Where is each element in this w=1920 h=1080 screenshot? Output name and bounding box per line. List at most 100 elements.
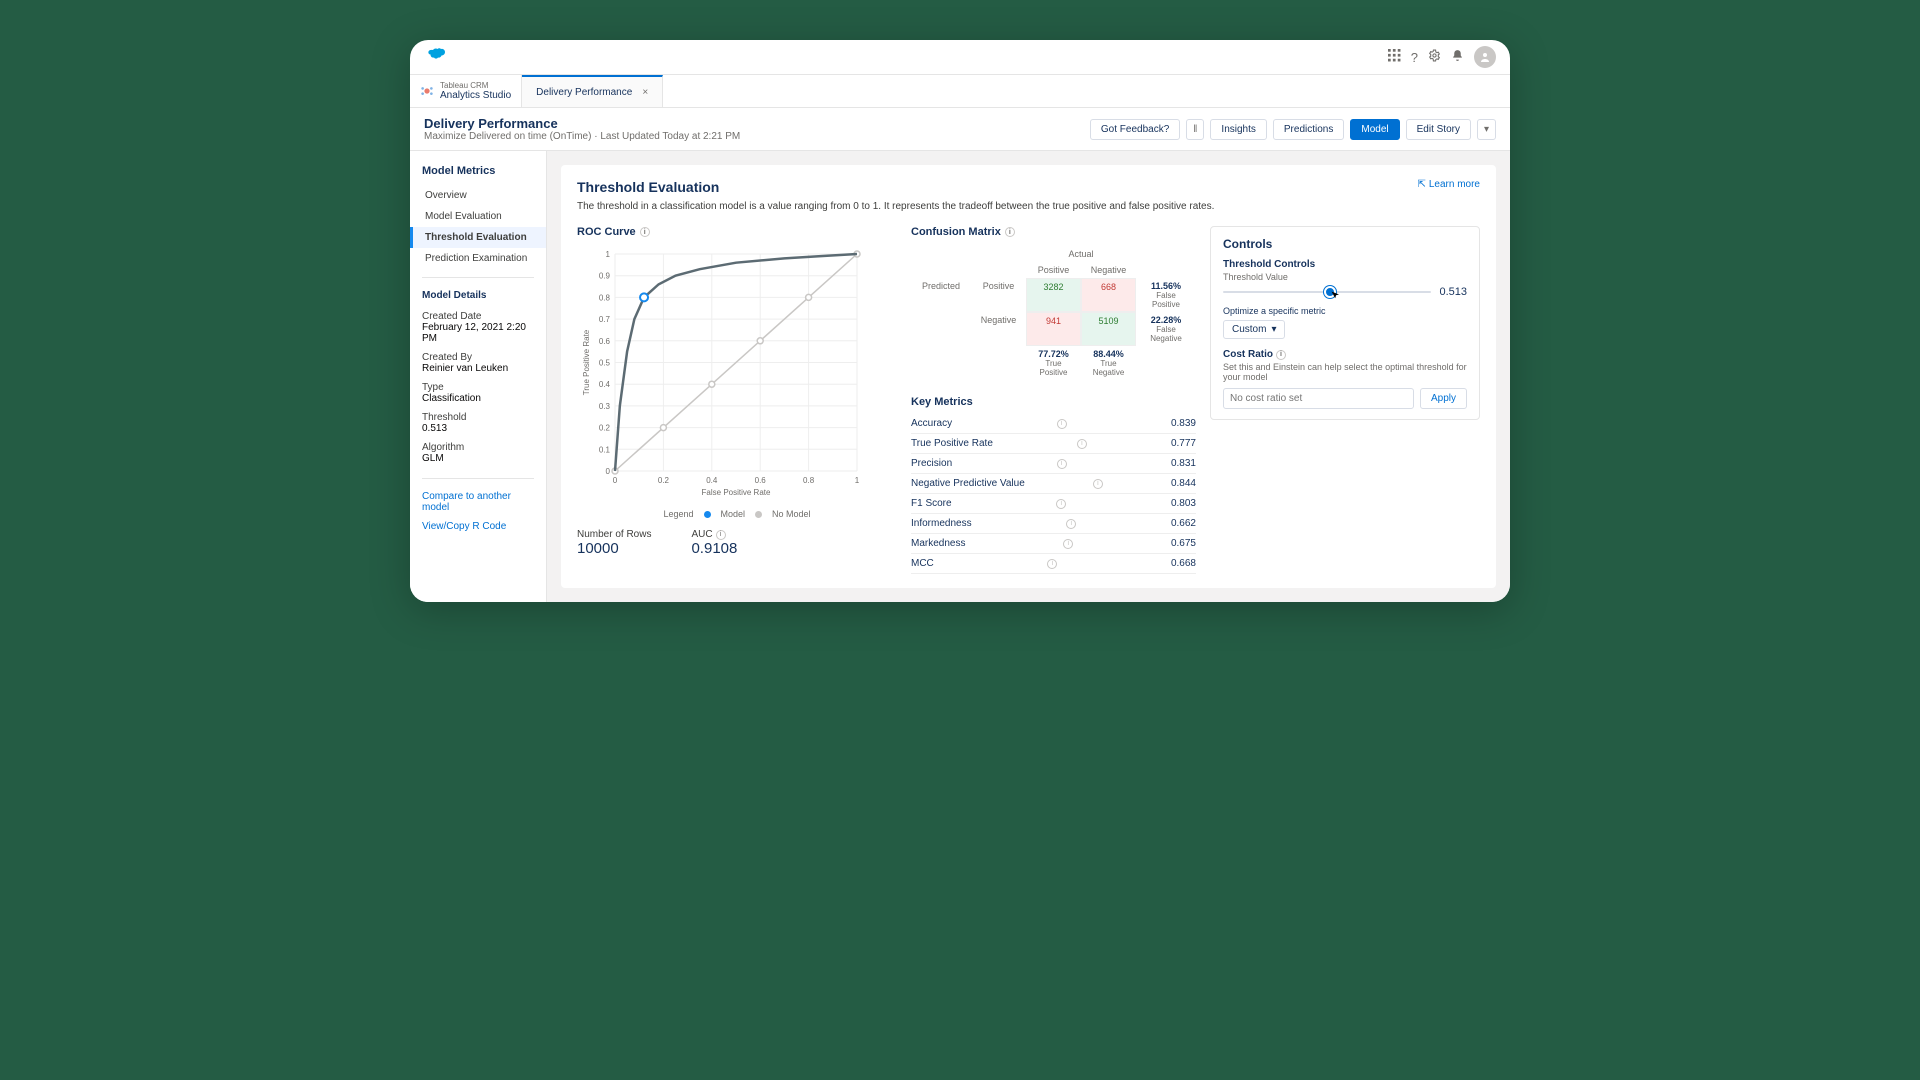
conf-fp: 941 — [1026, 312, 1081, 346]
metric-info-icon[interactable]: i — [1056, 499, 1066, 509]
algorithm-label: Algorithm — [410, 440, 546, 453]
metric-value: 0.844 — [1171, 478, 1196, 489]
auc-info-icon[interactable]: i — [716, 530, 726, 540]
svg-text:0.7: 0.7 — [599, 315, 611, 324]
section-description: The threshold in a classification model … — [577, 201, 1480, 212]
metric-info-icon[interactable]: i — [1066, 519, 1076, 529]
tab-delivery-performance[interactable]: Delivery Performance × — [522, 75, 663, 107]
metric-value: 0.839 — [1171, 418, 1196, 429]
legend-label: Legend — [663, 509, 693, 519]
nav-model-evaluation[interactable]: Model Evaluation — [410, 206, 546, 227]
nav-overview[interactable]: Overview — [410, 185, 546, 206]
nav-prediction-examination[interactable]: Prediction Examination — [410, 248, 546, 269]
key-metric-row: True Positive Ratei0.777 — [911, 434, 1196, 454]
roc-info-icon[interactable]: i — [640, 227, 650, 237]
metric-label: Precision — [911, 458, 952, 469]
rows-value: 10000 — [577, 540, 651, 557]
type-label: Type — [410, 380, 546, 393]
conf-tp: 3282 — [1026, 278, 1081, 312]
app-launcher-icon[interactable] — [1388, 49, 1401, 65]
svg-text:0.3: 0.3 — [599, 402, 611, 411]
metric-value: 0.675 — [1171, 538, 1196, 549]
notifications-bell-icon[interactable] — [1451, 49, 1464, 65]
help-icon[interactable]: ? — [1411, 50, 1418, 65]
metric-value: 0.777 — [1171, 438, 1196, 449]
svg-text:0.6: 0.6 — [755, 476, 767, 485]
conf-fn: 668 — [1081, 278, 1136, 312]
threshold-value-label: Threshold Value — [1223, 272, 1467, 282]
roc-chart: 00.10.20.30.40.50.60.70.80.9100.20.40.60… — [577, 246, 867, 506]
metric-info-icon[interactable]: i — [1057, 459, 1067, 469]
confusion-title: Confusion Matrix — [911, 226, 1001, 238]
cost-ratio-label: Cost Ratio — [1223, 349, 1273, 360]
edit-story-dropdown-icon[interactable]: ▾ — [1477, 119, 1496, 140]
key-metric-row: F1 Score i 0.803 — [911, 494, 1196, 514]
nav-threshold-evaluation[interactable]: Threshold Evaluation — [410, 227, 546, 248]
cost-ratio-info-icon[interactable]: i — [1276, 350, 1286, 360]
slider-thumb-icon[interactable] — [1324, 286, 1336, 298]
metric-value: 0.831 — [1171, 458, 1196, 469]
metric-value: 0.803 — [1171, 498, 1196, 509]
metric-info-icon[interactable]: i — [1093, 479, 1103, 489]
cost-ratio-help: Set this and Einstein can help select th… — [1223, 362, 1467, 382]
threshold-slider[interactable] — [1223, 291, 1431, 293]
confusion-info-icon[interactable]: i — [1005, 227, 1015, 237]
svg-text:0.2: 0.2 — [599, 424, 611, 433]
created-date-label: Created Date — [410, 309, 546, 322]
svg-text:0.4: 0.4 — [706, 476, 718, 485]
threshold-value: 0.513 — [410, 423, 546, 440]
compare-model-link[interactable]: Compare to another model — [410, 487, 546, 517]
svg-text:0.6: 0.6 — [599, 337, 611, 346]
user-avatar[interactable] — [1474, 46, 1496, 68]
key-metric-row: Accuracyi0.839 — [911, 414, 1196, 434]
metric-label: F1 Score — [911, 498, 952, 509]
tab-analytics-studio[interactable]: Tableau CRM Analytics Studio — [410, 75, 522, 107]
model-button[interactable]: Model — [1350, 119, 1399, 140]
svg-text:0: 0 — [613, 476, 618, 485]
legend-model: Model — [721, 509, 746, 519]
metric-value: 0.662 — [1171, 518, 1196, 529]
got-feedback-button[interactable]: Got Feedback? — [1090, 119, 1180, 140]
threshold-label: Threshold — [410, 410, 546, 423]
metric-info-icon[interactable]: i — [1063, 539, 1073, 549]
threshold-controls-label: Threshold Controls — [1223, 259, 1467, 270]
metric-info-icon[interactable]: i — [1077, 439, 1087, 449]
svg-text:False Positive Rate: False Positive Rate — [702, 488, 771, 497]
tab-doc-label: Delivery Performance — [536, 87, 632, 98]
svg-text:0.5: 0.5 — [599, 359, 611, 368]
optimize-label: Optimize a specific metric — [1223, 306, 1467, 316]
edit-story-button[interactable]: Edit Story — [1406, 119, 1471, 140]
key-metrics-title: Key Metrics — [911, 396, 1196, 408]
salesforce-logo-icon — [424, 47, 446, 68]
metric-value: 0.668 — [1171, 558, 1196, 569]
confusion-matrix: Actual PositiveNegative Predicted Positi… — [911, 246, 1196, 380]
insights-button[interactable]: Insights — [1210, 119, 1266, 140]
svg-text:0: 0 — [606, 467, 611, 476]
metric-label: Informedness — [911, 518, 972, 529]
close-tab-icon[interactable]: × — [642, 87, 648, 98]
metric-info-icon[interactable]: i — [1057, 419, 1067, 429]
predictions-button[interactable]: Predictions — [1273, 119, 1344, 140]
optimize-metric-select[interactable]: Custom ▾ — [1223, 320, 1285, 339]
legend-model-dot-icon — [704, 511, 711, 518]
tab-home-subtitle: Tableau CRM — [440, 81, 511, 90]
svg-text:True Positive Rate: True Positive Rate — [582, 329, 591, 395]
apply-button[interactable]: Apply — [1420, 388, 1467, 409]
section-heading: Threshold Evaluation — [577, 179, 719, 195]
pause-button[interactable]: ‖ — [1186, 119, 1204, 140]
metric-info-icon[interactable]: i — [1047, 559, 1057, 569]
rows-label: Number of Rows — [577, 529, 651, 540]
conf-tn: 5109 — [1081, 312, 1136, 346]
auc-value: 0.9108 — [691, 540, 737, 557]
algorithm-value: GLM — [410, 453, 546, 470]
type-value: Classification — [410, 393, 546, 410]
view-r-code-link[interactable]: View/Copy R Code — [410, 517, 546, 536]
chevron-down-icon: ▾ — [1271, 324, 1276, 335]
cost-ratio-input[interactable] — [1223, 388, 1414, 409]
learn-more-link[interactable]: ⇱ Learn more — [1417, 179, 1480, 190]
settings-gear-icon[interactable] — [1428, 49, 1441, 65]
key-metric-row: Negative Predictive Valuei0.844 — [911, 474, 1196, 494]
page-subtitle: Maximize Delivered on time (OnTime) · La… — [424, 131, 740, 142]
sidebar-title: Model Metrics — [410, 161, 546, 185]
metric-label: Markedness — [911, 538, 965, 549]
